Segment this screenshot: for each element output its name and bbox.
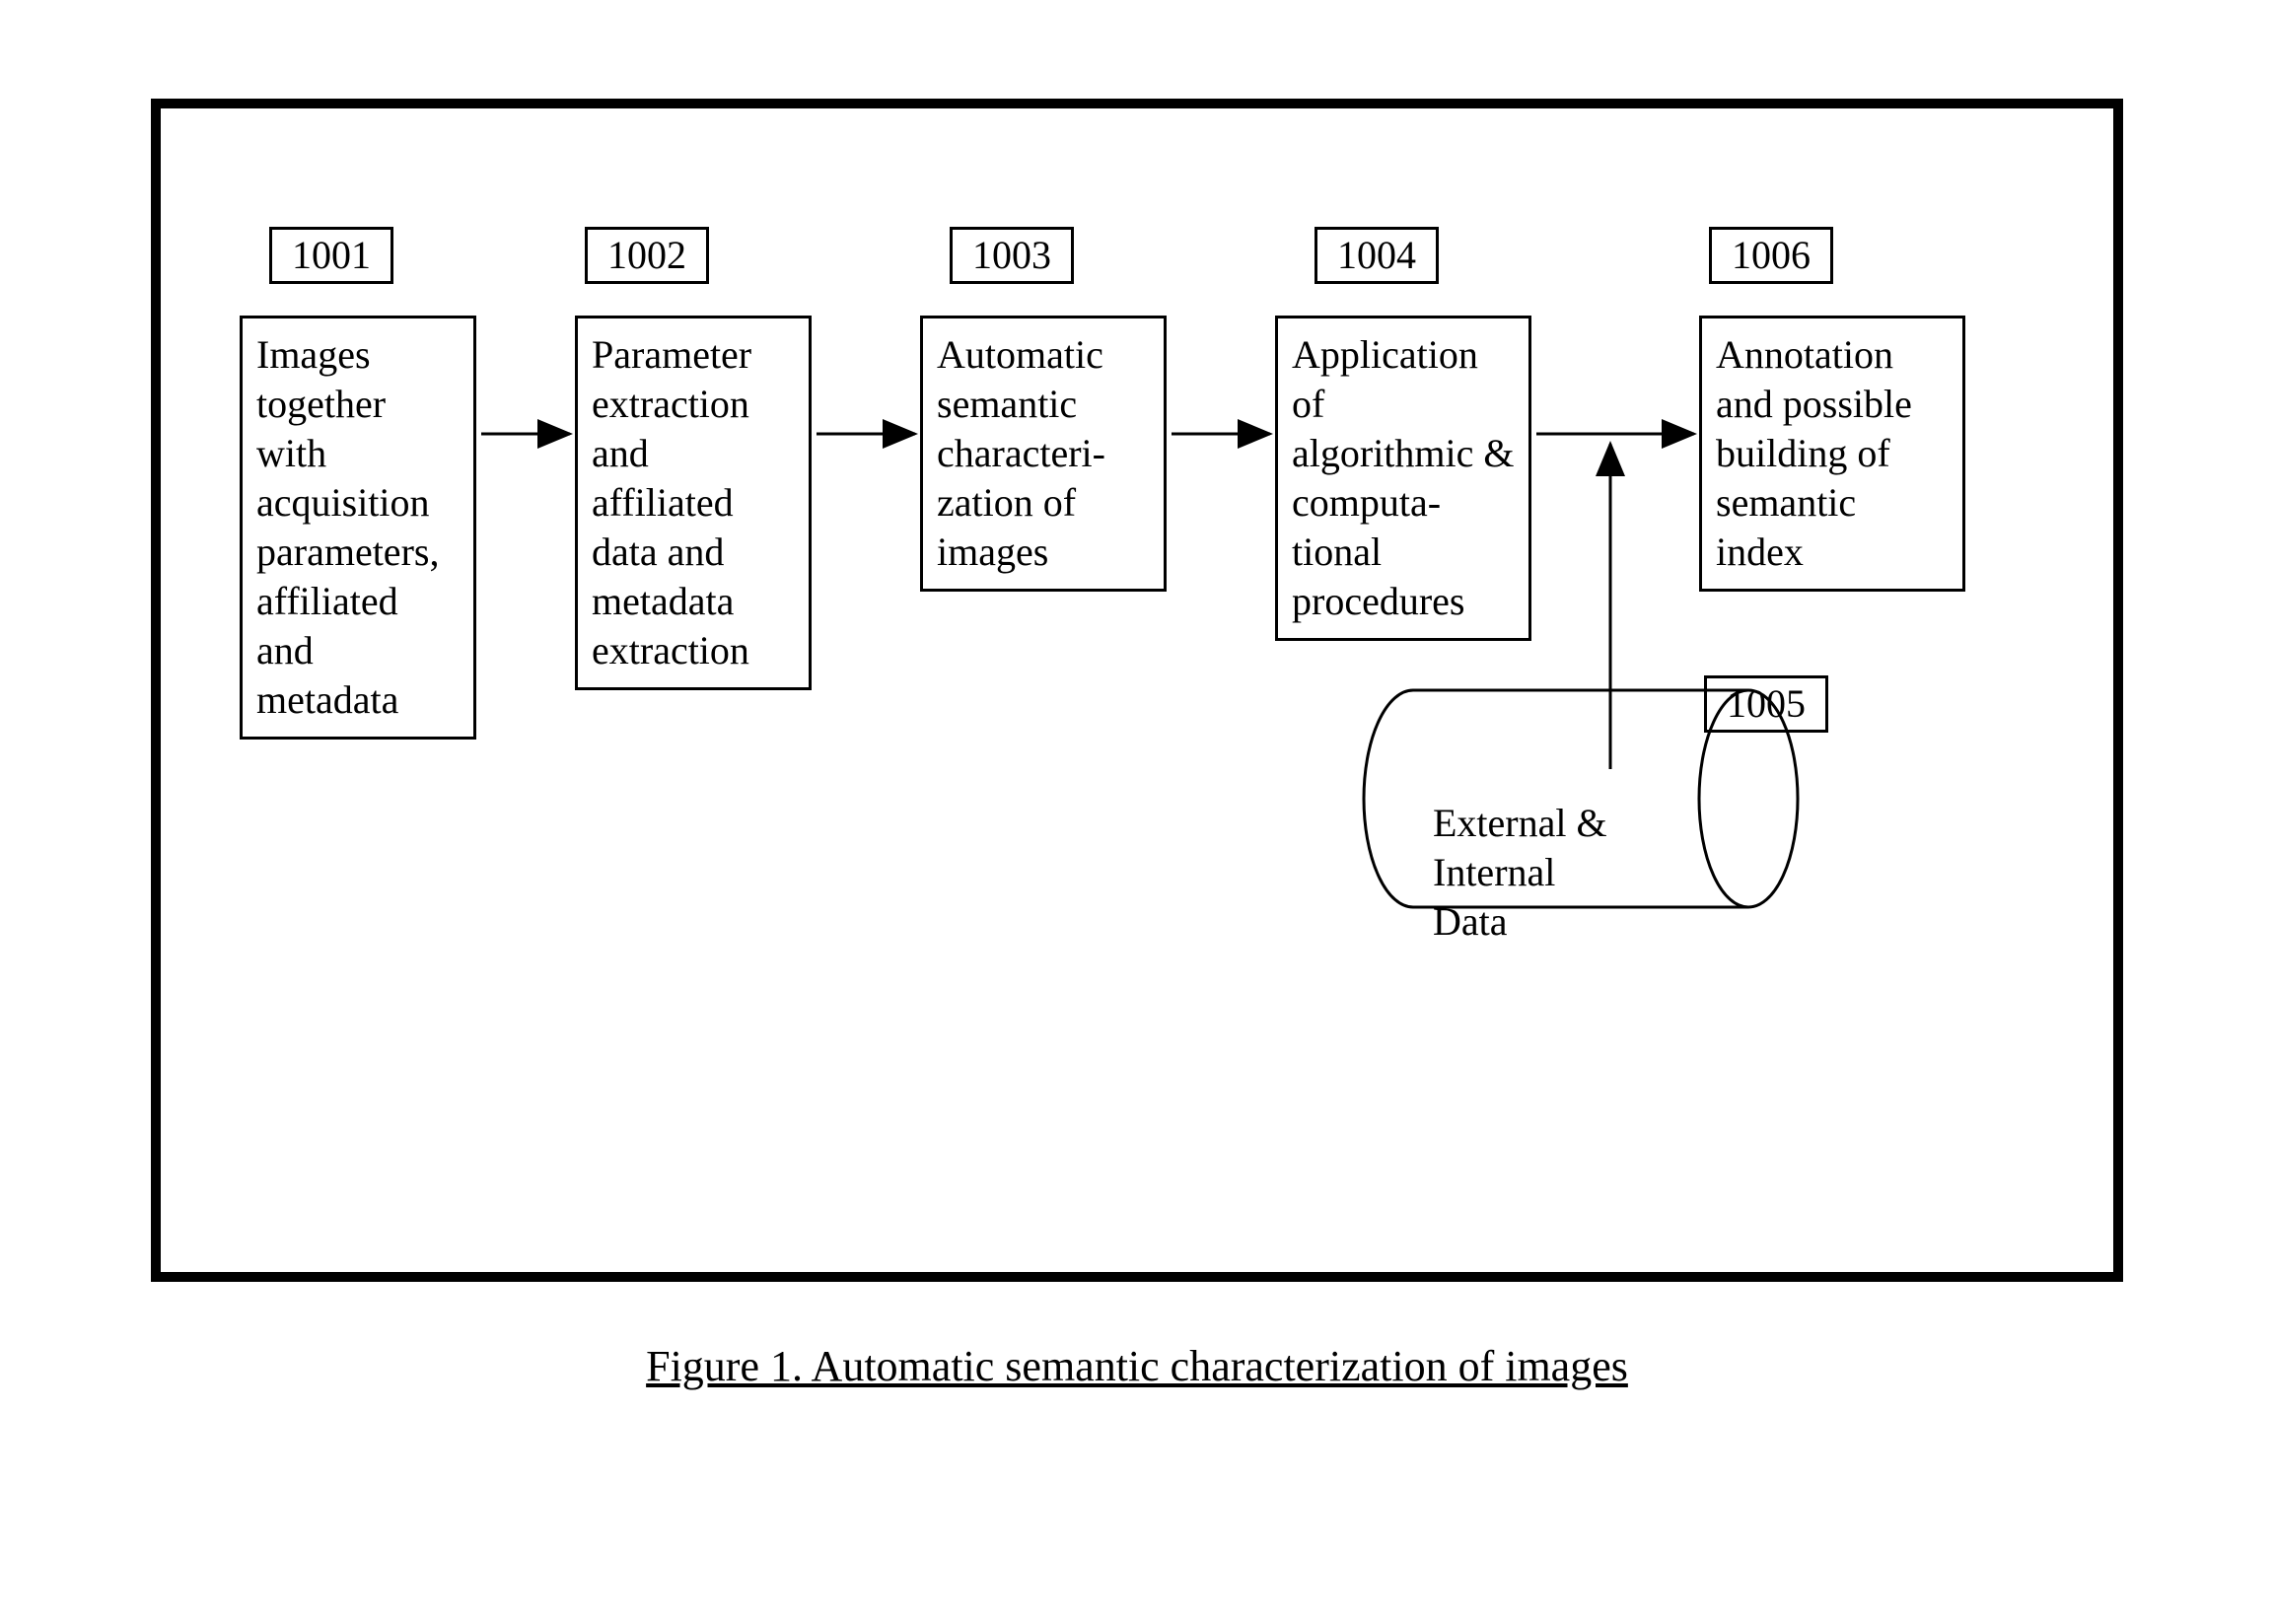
box-1003: Automatic semantic characteri-zation of … (920, 316, 1167, 592)
page: 1001 1002 1003 1004 1006 1005 Images tog… (0, 0, 2274, 1624)
ref-1004: 1004 (1315, 227, 1439, 284)
cylinder-label: External & Internal Data (1433, 799, 1630, 947)
ref-1006: 1006 (1709, 227, 1833, 284)
box-1006: Annotation and possible building of sema… (1699, 316, 1965, 592)
ref-1001: 1001 (269, 227, 393, 284)
box-1004: Application of algorithmic & computa-tio… (1275, 316, 1531, 641)
ref-1005: 1005 (1704, 675, 1828, 733)
box-1002: Parameter extraction and affiliated data… (575, 316, 812, 690)
ref-1003: 1003 (950, 227, 1074, 284)
ref-1002: 1002 (585, 227, 709, 284)
figure-caption: Figure 1. Automatic semantic characteriz… (148, 1341, 2126, 1391)
diagram-frame: 1001 1002 1003 1004 1006 1005 Images tog… (151, 99, 2123, 1282)
box-1001: Images together with acquisition paramet… (240, 316, 476, 740)
